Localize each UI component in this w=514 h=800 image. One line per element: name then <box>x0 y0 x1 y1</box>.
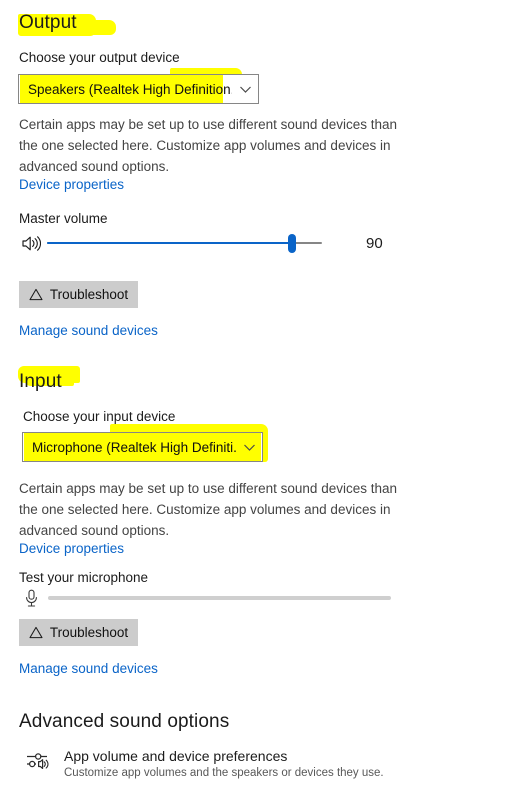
input-heading: Input <box>19 371 62 392</box>
output-description: Certain apps may be set up to use differ… <box>19 117 397 174</box>
microphone-icon <box>24 589 39 608</box>
app-volume-and-device-preferences-row[interactable]: App volume and device preferences Custom… <box>25 748 384 781</box>
output-device-properties-link[interactable]: Device properties <box>19 177 124 192</box>
microphone-level-meter <box>48 596 391 600</box>
app-volume-title: App volume and device preferences <box>64 748 288 764</box>
chevron-down-icon[interactable] <box>232 83 258 96</box>
input-manage-sound-devices-link[interactable]: Manage sound devices <box>19 661 158 676</box>
output-device-select[interactable]: Speakers (Realtek High Definition... <box>18 74 259 104</box>
advanced-sound-options-heading: Advanced sound options <box>19 711 230 732</box>
volume-slider-fill <box>47 242 292 244</box>
output-device-value: Speakers (Realtek High Definition... <box>28 81 232 97</box>
audio-mixer-sliders-icon <box>25 750 52 775</box>
input-troubleshoot-button[interactable]: Troubleshoot <box>19 619 138 646</box>
speaker-volume-icon <box>21 235 41 252</box>
input-device-label: Choose your input device <box>23 409 176 424</box>
test-microphone-label: Test your microphone <box>19 570 149 585</box>
app-volume-subtitle: Customize app volumes and the speakers o… <box>64 767 384 779</box>
input-description: Certain apps may be set up to use differ… <box>19 481 397 538</box>
master-volume-value: 90 <box>366 235 383 252</box>
input-device-properties-link[interactable]: Device properties <box>19 541 124 556</box>
chevron-down-icon[interactable] <box>236 441 262 454</box>
master-volume-label: Master volume <box>19 211 108 226</box>
output-device-label: Choose your output device <box>19 50 180 65</box>
input-troubleshoot-label: Troubleshoot <box>49 625 129 640</box>
warning-triangle-icon <box>29 626 43 639</box>
output-troubleshoot-button[interactable]: Troubleshoot <box>19 281 138 308</box>
output-heading: Output <box>19 12 77 33</box>
input-device-select[interactable]: Microphone (Realtek High Definiti... <box>22 432 263 462</box>
volume-slider-thumb[interactable] <box>288 234 296 253</box>
output-troubleshoot-label: Troubleshoot <box>49 287 129 302</box>
master-volume-slider[interactable] <box>47 234 322 253</box>
warning-triangle-icon <box>29 288 43 301</box>
input-device-value: Microphone (Realtek High Definiti... <box>32 439 236 455</box>
sound-settings-page: Output Choose your output device Speaker… <box>0 0 514 800</box>
output-manage-sound-devices-link[interactable]: Manage sound devices <box>19 323 158 338</box>
